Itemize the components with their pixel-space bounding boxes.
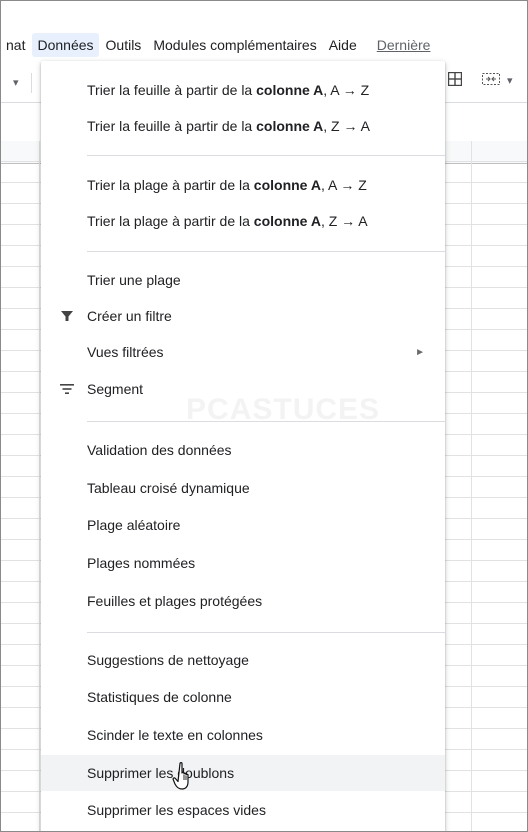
app-window: nat Données Outils Modules complémentair… <box>0 0 528 832</box>
menu-separator <box>87 251 445 252</box>
label: Plages nommées <box>87 555 196 571</box>
label: Supprimer les espaces vides <box>87 802 266 818</box>
label: , Z → A <box>320 213 368 229</box>
label: Trier une plage <box>87 272 181 288</box>
menu-column-stats[interactable]: Statistiques de colonne <box>41 679 445 715</box>
menu-remove-duplicates[interactable]: Supprimer les doublons <box>41 755 445 791</box>
label: Statistiques de colonne <box>87 689 232 705</box>
label: , Z → A <box>323 118 370 134</box>
label-bold: colonne A <box>253 213 321 229</box>
menu-format[interactable]: nat <box>1 33 30 57</box>
menu-named-ranges[interactable]: Plages nommées <box>41 545 445 581</box>
menu-sort-sheet-az[interactable]: Trier la feuille à partir de la colonne … <box>41 72 445 108</box>
menu-help[interactable]: Aide <box>324 33 362 57</box>
hand-pointer-icon <box>172 762 189 790</box>
label: Trier la feuille à partir de la <box>87 118 257 134</box>
menu-sort-range[interactable]: Trier une plage <box>41 262 445 298</box>
label-bold: colonne A <box>253 177 321 193</box>
slicer-icon <box>60 384 74 394</box>
label-bold: colonne A <box>256 82 324 98</box>
label: Supprimer les doublons <box>87 765 235 781</box>
label: Trier la plage à partir de la <box>87 213 254 229</box>
borders-icon[interactable] <box>448 72 462 86</box>
menubar: nat Données Outils Modules complémentair… <box>1 30 527 60</box>
submenu-arrow-icon: ► <box>415 346 425 358</box>
filter-icon <box>61 311 73 321</box>
label: Scinder le texte en colonnes <box>87 727 263 743</box>
menu-data[interactable]: Données <box>32 33 99 57</box>
menu-tools[interactable]: Outils <box>101 33 147 57</box>
menu-sort-range-az[interactable]: Trier la plage à partir de la colonne A,… <box>41 167 445 203</box>
data-menu-dropdown: Trier la feuille à partir de la colonne … <box>41 61 445 831</box>
menu-filter-views[interactable]: Vues filtrées ► <box>41 334 445 370</box>
menu-cleanup-suggestions[interactable]: Suggestions de nettoyage <box>41 642 445 678</box>
label: Trier la plage à partir de la <box>87 177 254 193</box>
menu-protected-sheets[interactable]: Feuilles et plages protégées <box>41 583 445 619</box>
menu-sort-sheet-za[interactable]: Trier la feuille à partir de la colonne … <box>41 108 445 144</box>
grid-line <box>471 141 472 831</box>
menu-split-text[interactable]: Scinder le texte en colonnes <box>41 717 445 753</box>
grid-line <box>39 141 40 831</box>
watermark-sub: ASTUCES <box>229 393 381 426</box>
label: Plage aléatoire <box>87 517 181 533</box>
label: Validation des données <box>87 442 232 458</box>
label: , A → Z <box>323 82 370 98</box>
label: Segment <box>87 381 144 397</box>
label: Créer un filtre <box>87 308 172 324</box>
menu-sort-range-za[interactable]: Trier la plage à partir de la colonne A,… <box>41 203 445 239</box>
menu-addons[interactable]: Modules complémentaires <box>148 33 321 57</box>
menu-separator <box>87 632 445 633</box>
merge-cells-icon[interactable] <box>482 73 500 85</box>
menu-trim-whitespace[interactable]: Supprimer les espaces vides <box>41 792 445 828</box>
dropdown-caret-icon[interactable]: ▾ <box>13 76 19 89</box>
menu-randomize-range[interactable]: Plage aléatoire <box>41 507 445 543</box>
label: Tableau croisé dynamique <box>87 480 250 496</box>
label: Trier la feuille à partir de la <box>87 82 257 98</box>
watermark-logo: PCASTUCES <box>186 386 380 429</box>
label: Feuilles et plages protégées <box>87 593 263 609</box>
merge-caret-icon[interactable]: ▾ <box>507 74 513 87</box>
menu-separator <box>87 155 445 156</box>
label: Suggestions de nettoyage <box>87 652 249 668</box>
last-edit-link[interactable]: Dernière <box>372 33 436 57</box>
menu-pivot-table[interactable]: Tableau croisé dynamique <box>41 470 445 506</box>
label: , A → Z <box>320 177 367 193</box>
menu-data-validation[interactable]: Validation des données <box>41 432 445 468</box>
label-bold: colonne A <box>256 118 324 134</box>
menu-create-filter[interactable]: Créer un filtre <box>41 298 445 334</box>
toolbar-divider <box>31 73 32 93</box>
label: Vues filtrées <box>87 344 164 360</box>
watermark-main: PC <box>186 393 230 426</box>
